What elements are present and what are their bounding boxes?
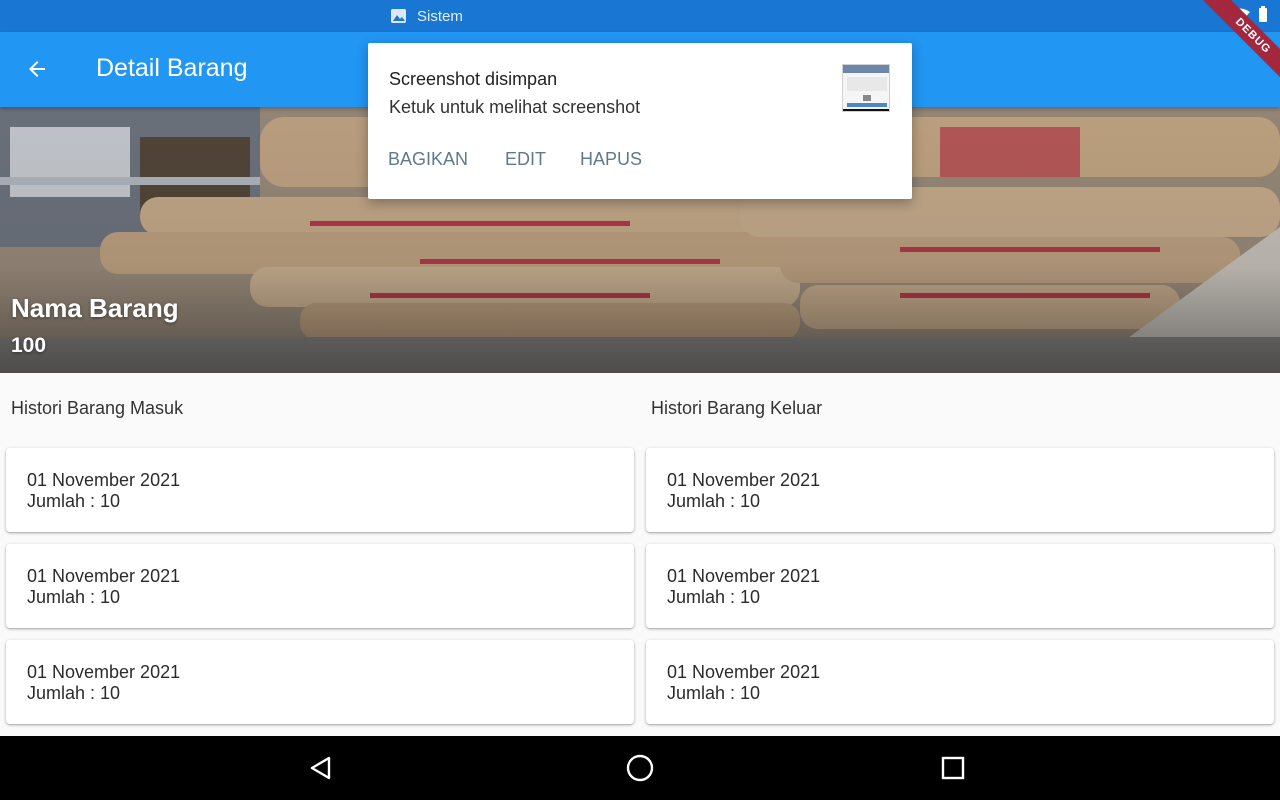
home-circle-icon [626,754,654,782]
card-amount: Jumlah : 10 [27,587,121,607]
screenshot-notification[interactable]: Screenshot disimpan Ketuk untuk melihat … [368,43,912,199]
edit-button[interactable]: EDIT [505,149,546,170]
notification-title: Screenshot disimpan [389,69,558,89]
screenshot-thumbnail[interactable] [842,64,890,112]
status-notification-label: Sistem [417,8,463,25]
card-amount: Jumlah : 10 [27,491,121,511]
image-icon [391,9,406,23]
history-out-card[interactable]: 01 November 2021 Jumlah : 10 [646,448,1274,532]
card-date: 01 November 2021 [27,470,181,490]
screen: Sistem Detail Barang DEBUG Nama Barang 1… [0,0,1280,800]
history-in-card[interactable]: 01 November 2021 Jumlah : 10 [6,640,634,724]
arrow-back-icon [29,61,45,77]
history-out-section: Histori Barang Keluar 01 November 2021 J… [640,373,1280,736]
card-date: 01 November 2021 [667,470,821,490]
card-date: 01 November 2021 [667,566,821,586]
status-bar: Sistem [0,0,1280,32]
notification-body: Ketuk untuk melihat screenshot [389,97,641,117]
nav-recents-button[interactable] [933,748,973,788]
card-date: 01 November 2021 [27,566,181,586]
card-amount: Jumlah : 10 [667,683,761,703]
product-quantity: 100 [11,334,47,357]
history-in-card[interactable]: 01 November 2021 Jumlah : 10 [6,448,634,532]
back-button[interactable] [16,48,58,90]
card-amount: Jumlah : 10 [27,683,121,703]
delete-button[interactable]: HAPUS [580,149,642,170]
history-out-card[interactable]: 01 November 2021 Jumlah : 10 [646,640,1274,724]
product-name: Nama Barang [11,293,179,323]
recents-square-icon [941,756,965,780]
history-in-title: Histori Barang Masuk [11,398,184,418]
card-date: 01 November 2021 [667,662,821,682]
nav-back-button[interactable] [301,748,341,788]
history-out-title: Histori Barang Keluar [651,398,823,418]
history-in-card[interactable]: 01 November 2021 Jumlah : 10 [6,544,634,628]
history-out-card[interactable]: 01 November 2021 Jumlah : 10 [646,544,1274,628]
navigation-bar [0,736,1280,800]
card-date: 01 November 2021 [27,662,181,682]
page-title: Detail Barang [96,54,248,82]
card-amount: Jumlah : 10 [667,587,761,607]
share-button[interactable]: BAGIKAN [388,149,468,170]
back-triangle-icon [310,756,331,780]
battery-icon [1259,6,1267,22]
history-in-section: Histori Barang Masuk 01 November 2021 Ju… [0,373,640,736]
nav-home-button[interactable] [620,748,660,788]
card-amount: Jumlah : 10 [667,491,761,511]
